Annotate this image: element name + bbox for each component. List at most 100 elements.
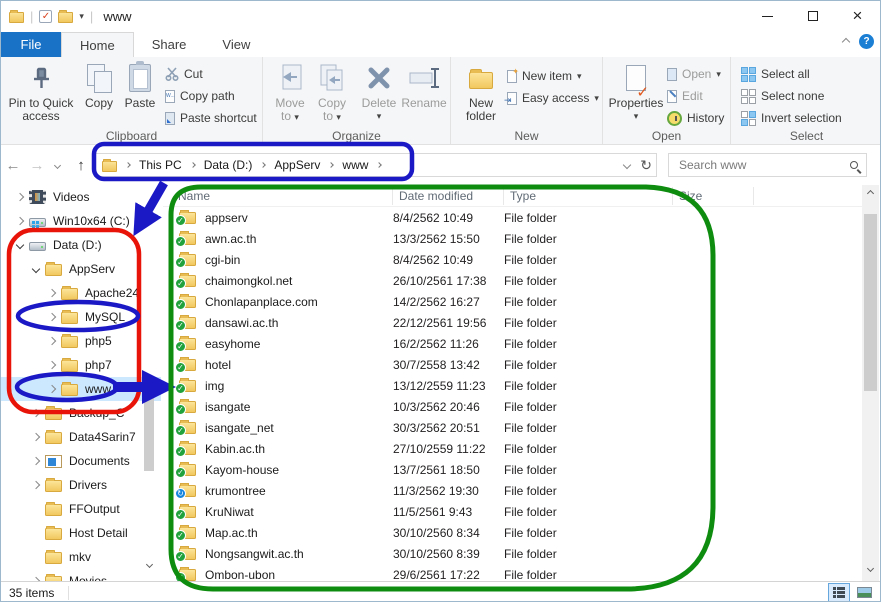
paste-button[interactable]: Paste: [121, 61, 159, 110]
breadcrumb-appserv[interactable]: AppServ: [274, 158, 320, 172]
paste-shortcut-button[interactable]: Paste shortcut: [165, 107, 257, 129]
tab-share[interactable]: Share: [134, 32, 205, 57]
chevron-right-icon[interactable]: [31, 410, 41, 416]
open-button[interactable]: Open ▾: [667, 63, 724, 85]
file-row-isangate-net[interactable]: ✓isangate_net30/3/2562 20:51File folder: [163, 417, 863, 438]
file-row-hotel[interactable]: ✓hotel30/7/2558 13:42File folder: [163, 354, 863, 375]
breadcrumb-chevron-icon[interactable]: [261, 162, 267, 168]
refresh-icon[interactable]: ↻: [640, 157, 652, 174]
new-item-button[interactable]: ✦ New item ▾: [507, 65, 599, 87]
select-all-button[interactable]: Select all: [741, 63, 842, 85]
file-row-awn-ac-th[interactable]: ✓awn.ac.th13/3/2562 15:50File folder: [163, 228, 863, 249]
sidebar-scrollbar-thumb[interactable]: [144, 391, 154, 471]
sidebar-item-mysql[interactable]: MySQL: [1, 305, 161, 329]
file-row-map-ac-th[interactable]: ✓Map.ac.th30/10/2560 8:34File folder: [163, 522, 863, 543]
back-button[interactable]: ←: [1, 157, 25, 174]
help-icon[interactable]: ?: [859, 34, 874, 49]
file-row-nongsangwit-ac-th[interactable]: ✓Nongsangwit.ac.th30/10/2560 8:39File fo…: [163, 543, 863, 564]
scroll-down-icon[interactable]: [862, 560, 879, 577]
sidebar-item-data-d-[interactable]: Data (D:): [1, 233, 161, 257]
sidebar-item-backup-c[interactable]: Backup_C: [1, 401, 161, 425]
address-dropdown-icon[interactable]: [623, 161, 631, 169]
copy-button[interactable]: Copy: [81, 61, 117, 110]
file-row-img[interactable]: ✓img13/12/2559 11:23File folder: [163, 375, 863, 396]
chevron-right-icon[interactable]: [47, 386, 57, 392]
list-scrollbar-thumb[interactable]: [864, 214, 877, 391]
breadcrumb-chevron-icon[interactable]: [329, 162, 335, 168]
file-row-kayom-house[interactable]: ✓Kayom-house13/7/2561 18:50File folder: [163, 459, 863, 480]
sidebar-item-mkv[interactable]: mkv: [1, 545, 161, 569]
pin-to-quick-access-button[interactable]: Pin to Quick access: [7, 61, 75, 123]
scroll-up-icon[interactable]: [862, 185, 879, 202]
file-row-cgi-bin[interactable]: ✓cgi-bin8/4/2562 10:49File folder: [163, 249, 863, 270]
column-header-size[interactable]: Size: [673, 187, 754, 205]
column-header-date-modified[interactable]: Date modified: [393, 187, 504, 205]
sidebar-item-win10x64-c-[interactable]: Win10x64 (C:): [1, 209, 161, 233]
file-row-kabin-ac-th[interactable]: ✓Kabin.ac.th27/10/2559 11:22File folder: [163, 438, 863, 459]
tab-home[interactable]: Home: [61, 32, 134, 57]
sidebar-item-www[interactable]: www: [1, 377, 161, 401]
chevron-down-icon[interactable]: [15, 242, 25, 248]
file-row-ombon-ubon[interactable]: ✓Ombon-ubon29/6/2561 17:22File folder: [163, 564, 863, 581]
delete-button[interactable]: Delete ▾: [359, 61, 399, 123]
breadcrumb-data-d[interactable]: Data (D:): [204, 158, 253, 172]
qat-customize-caret-icon[interactable]: ▾: [79, 11, 84, 22]
address-bar[interactable]: This PC Data (D:) AppServ www ↻: [94, 153, 657, 177]
minimize-button[interactable]: [745, 1, 790, 31]
select-none-button[interactable]: Select none: [741, 85, 842, 107]
close-button[interactable]: ×: [835, 1, 880, 31]
chevron-right-icon[interactable]: [15, 218, 25, 224]
sidebar-scroll-down-icon[interactable]: [143, 556, 156, 573]
chevron-right-icon[interactable]: [31, 458, 41, 464]
copy-path-button[interactable]: W... Copy path: [165, 85, 257, 107]
chevron-right-icon[interactable]: [47, 338, 57, 344]
collapse-ribbon-icon[interactable]: [842, 37, 850, 45]
sidebar-item-videos[interactable]: Videos: [1, 185, 161, 209]
chevron-right-icon[interactable]: [31, 482, 41, 488]
invert-selection-button[interactable]: Invert selection: [741, 107, 842, 129]
properties-button[interactable]: ✓ Properties ▾: [609, 61, 663, 123]
sidebar-item-ffoutput[interactable]: FFOutput: [1, 497, 161, 521]
sidebar-item-php5[interactable]: php5: [1, 329, 161, 353]
easy-access-button[interactable]: ⇥ Easy access ▾: [507, 87, 599, 109]
chevron-right-icon[interactable]: [31, 434, 41, 440]
file-row-kruniwat[interactable]: ✓KruNiwat11/5/2561 9:43File folder: [163, 501, 863, 522]
file-row-chaimongkol-net[interactable]: ✓chaimongkol.net26/10/2561 17:38File fol…: [163, 270, 863, 291]
chevron-right-icon[interactable]: [47, 290, 57, 296]
recent-locations-icon[interactable]: [49, 163, 65, 168]
chevron-down-icon[interactable]: [31, 266, 41, 272]
chevron-right-icon[interactable]: [47, 314, 57, 320]
breadcrumb-www[interactable]: www: [342, 158, 368, 172]
sidebar-item-host-detail[interactable]: Host Detail: [1, 521, 161, 545]
chevron-right-icon[interactable]: [47, 362, 57, 368]
list-scrollbar[interactable]: [862, 185, 879, 581]
tab-view[interactable]: View: [204, 32, 268, 57]
column-header-name[interactable]: Name: [163, 187, 393, 205]
new-folder-quick-icon[interactable]: [58, 12, 73, 23]
search-input[interactable]: [677, 157, 850, 173]
breadcrumb-chevron-icon[interactable]: [190, 162, 196, 168]
new-folder-button[interactable]: New folder: [459, 61, 503, 123]
copy-to-button[interactable]: Copy to ▾: [313, 61, 351, 124]
properties-quick-icon[interactable]: ✓: [39, 10, 52, 23]
details-view-button[interactable]: [828, 583, 850, 602]
edit-button[interactable]: Edit: [667, 85, 724, 107]
rename-button[interactable]: Rename: [399, 61, 449, 110]
sidebar-item-data4sarin7[interactable]: Data4Sarin7: [1, 425, 161, 449]
search-icon[interactable]: [850, 161, 858, 169]
breadcrumb-chevron-icon[interactable]: [377, 162, 383, 168]
history-button[interactable]: History: [667, 107, 724, 129]
cut-button[interactable]: Cut: [165, 63, 257, 85]
sidebar-item-drivers[interactable]: Drivers: [1, 473, 161, 497]
maximize-button[interactable]: [790, 1, 835, 31]
breadcrumb-this-pc[interactable]: This PC: [139, 158, 182, 172]
search-box[interactable]: [668, 153, 867, 177]
up-button[interactable]: ↑: [69, 157, 93, 174]
move-to-button[interactable]: Move to ▾: [271, 61, 309, 124]
large-icons-view-button[interactable]: [853, 583, 875, 602]
tab-file[interactable]: File: [1, 32, 61, 57]
sidebar-item-documents[interactable]: Documents: [1, 449, 161, 473]
chevron-right-icon[interactable]: [15, 194, 25, 200]
sidebar-item-php7[interactable]: php7: [1, 353, 161, 377]
forward-button[interactable]: →: [25, 157, 49, 174]
